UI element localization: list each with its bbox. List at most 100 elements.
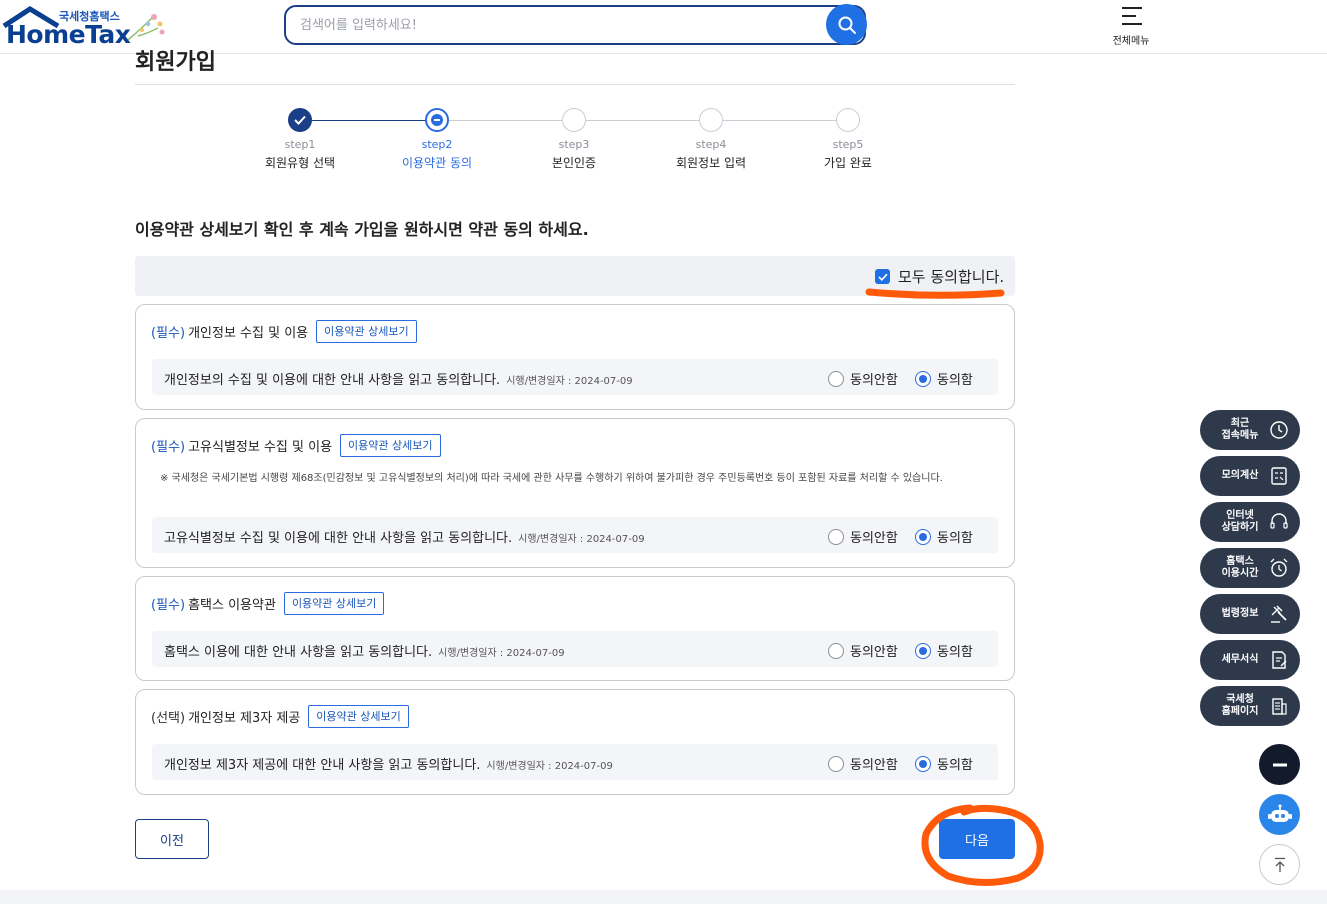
search-button[interactable] <box>826 4 867 45</box>
step-number: step4 <box>695 138 727 151</box>
step-current-icon <box>425 108 449 132</box>
radio-on-icon <box>915 370 931 387</box>
terms-card-header: (필수) 홈택스 이용약관 이용약관 상세보기 <box>151 591 385 615</box>
step-name: 회원유형 선택 <box>264 156 336 170</box>
side-calculator[interactable]: 모의계산 <box>1200 456 1300 496</box>
side-menu-label: 국세청 홈페이지 <box>1210 686 1270 726</box>
document-edit-icon <box>1272 651 1287 669</box>
side-nts-homepage[interactable]: 국세청 홈페이지 <box>1200 686 1300 726</box>
disagree-radio[interactable]: 동의안함 <box>828 369 898 388</box>
side-tax-forms[interactable]: 세무서식 <box>1200 640 1300 680</box>
scroll-top-button[interactable] <box>1259 844 1300 885</box>
side-menu-label: 인터넷 상담하기 <box>1210 502 1270 542</box>
agree-text: 홈택스 이용에 대한 안내 사항을 읽고 동의합니다. 시행/변경일자 : 202… <box>164 641 565 660</box>
chatbot-button[interactable] <box>1259 794 1300 835</box>
calc-text: 모의계산 <box>1221 470 1259 481</box>
side-consult[interactable]: 인터넷 상담하기 <box>1200 502 1300 542</box>
robot-icon <box>1267 804 1292 822</box>
side-menu-label: 모의계산 <box>1210 456 1270 496</box>
agree-text: 개인정보의 수집 및 이용에 대한 안내 사항을 읽고 동의합니다. 시행/변경일… <box>164 369 633 388</box>
terms-detail-button[interactable]: 이용약관 상세보기 <box>283 591 385 615</box>
step-number: step5 <box>832 138 864 151</box>
agree-radio[interactable]: 동의함 <box>915 369 973 388</box>
side-recent-menu[interactable]: 최근 접속메뉴 <box>1200 410 1300 450</box>
side-law-info[interactable]: 법령정보 <box>1200 594 1300 634</box>
side-menu-label: 법령정보 <box>1210 594 1270 634</box>
footer-strip <box>0 890 1327 904</box>
signup-stepper: step1 회원유형 선택 step2 이용약관 동의 step3 본인인증 s… <box>240 108 910 178</box>
terms-detail-button[interactable]: 이용약관 상세보기 <box>316 319 417 343</box>
prev-button[interactable]: 이전 <box>135 819 209 859</box>
agree-row: 개인정보 제3자 제공에 대한 안내 사항을 읽고 동의합니다. 시행/변경일자 … <box>152 744 998 780</box>
terms-card-hometax: (필수) 홈택스 이용약관 이용약관 상세보기 홈택스 이용에 대한 안내 사항… <box>135 576 1015 681</box>
alarm-clock-icon <box>1270 558 1288 577</box>
page-title: 회원가입 <box>135 50 216 75</box>
effective-date: 시행/변경일자 : 2024-07-09 <box>518 534 645 545</box>
required-tag: (필수) <box>151 439 186 455</box>
agree-all-label[interactable]: 모두 동의합니다. <box>898 266 1004 287</box>
terms-title: 홈택스 이용약관 <box>188 597 276 613</box>
terms-detail-button[interactable]: 이용약관 상세보기 <box>340 433 441 457</box>
step-pending-icon <box>562 108 586 132</box>
required-tag: (필수) <box>151 325 186 341</box>
recent-menu-text: 최근 접속메뉴 <box>1221 418 1259 441</box>
radio-on-icon <box>915 755 931 772</box>
effective-date: 시행/변경일자 : 2024-07-09 <box>438 648 565 659</box>
disagree-label: 동의안함 <box>850 758 898 773</box>
terms-card-third-party: (선택) 개인정보 제3자 제공 이용약관 상세보기 개인정보 제3자 제공에 … <box>135 689 1015 795</box>
agree-row: 홈택스 이용에 대한 안내 사항을 읽고 동의합니다. 시행/변경일자 : 202… <box>152 631 998 667</box>
agree-radio[interactable]: 동의함 <box>915 641 973 660</box>
disagree-radio[interactable]: 동의안함 <box>828 641 898 660</box>
disagree-label: 동의안함 <box>850 373 898 388</box>
side-service-hours[interactable]: 홈택스 이용시간 <box>1200 548 1300 588</box>
terms-card-header: (필수) 개인정보 수집 및 이용 이용약관 상세보기 <box>151 319 417 343</box>
effective-date: 시행/변경일자 : 2024-07-09 <box>506 376 633 387</box>
terms-card-header: (필수) 고유식별정보 수집 및 이용 이용약관 상세보기 <box>151 433 441 457</box>
required-tag: (필수) <box>151 597 186 613</box>
all-menu-label: 전체메뉴 <box>1112 36 1150 47</box>
agree-label: 동의함 <box>937 758 973 773</box>
agree-radio[interactable]: 동의함 <box>915 754 973 773</box>
agree-radio[interactable]: 동의함 <box>915 527 973 546</box>
title-divider <box>135 84 1015 85</box>
highlight-underline-mark <box>865 288 1005 299</box>
hamburger-icon <box>1122 7 1142 25</box>
terms-detail-button[interactable]: 이용약관 상세보기 <box>308 704 409 728</box>
terms-title: 개인정보 제3자 제공 <box>188 710 301 726</box>
optional-tag: (선택) <box>151 710 186 726</box>
agree-statement: 고유식별정보 수집 및 이용에 대한 안내 사항을 읽고 동의합니다. <box>164 531 513 546</box>
step-number: step3 <box>558 138 590 151</box>
step-name: 이용약관 동의 <box>401 156 473 170</box>
instruction-text: 이용약관 상세보기 확인 후 계속 가입을 원하시면 약관 동의 하세요. <box>135 220 589 239</box>
collapse-side-menu-button[interactable] <box>1259 744 1300 785</box>
side-menu-label: 최근 접속메뉴 <box>1210 410 1270 450</box>
gavel-icon <box>1271 605 1287 623</box>
all-menu-button[interactable]: 전체메뉴 <box>1104 5 1158 49</box>
step-2: step2 이용약관 동의 <box>377 108 497 171</box>
radio-off-icon <box>828 642 844 659</box>
terms-card-header: (선택) 개인정보 제3자 제공 이용약관 상세보기 <box>151 704 409 728</box>
step-1: step1 회원유형 선택 <box>240 108 360 171</box>
search-input[interactable] <box>300 15 820 35</box>
step-done-icon <box>288 108 312 132</box>
forms-text: 세무서식 <box>1221 654 1259 665</box>
disagree-radio[interactable]: 동의안함 <box>828 754 898 773</box>
terms-card-unique-id: (필수) 고유식별정보 수집 및 이용 이용약관 상세보기 ※ 국세청은 국세기… <box>135 418 1015 568</box>
disagree-radio[interactable]: 동의안함 <box>828 527 898 546</box>
consult-text: 인터넷 상담하기 <box>1221 510 1259 533</box>
agree-row: 고유식별정보 수집 및 이용에 대한 안내 사항을 읽고 동의합니다. 시행/변경… <box>152 517 998 553</box>
agree-statement: 홈택스 이용에 대한 안내 사항을 읽고 동의합니다. <box>164 645 433 660</box>
building-icon <box>1272 698 1287 715</box>
radio-on-icon <box>915 642 931 659</box>
agree-text: 개인정보 제3자 제공에 대한 안내 사항을 읽고 동의합니다. 시행/변경일자 … <box>164 754 613 773</box>
calculator-icon <box>1271 467 1287 485</box>
agree-all-checkbox[interactable] <box>875 269 890 284</box>
side-menu-label: 홈택스 이용시간 <box>1210 548 1270 588</box>
hours-text: 홈택스 이용시간 <box>1221 556 1259 579</box>
highlight-circle-mark <box>921 804 1044 887</box>
agree-label: 동의함 <box>937 531 973 546</box>
step-pending-icon <box>699 108 723 132</box>
radio-off-icon <box>828 370 844 387</box>
headset-icon <box>1270 513 1288 529</box>
step-name: 가입 완료 <box>824 156 872 170</box>
